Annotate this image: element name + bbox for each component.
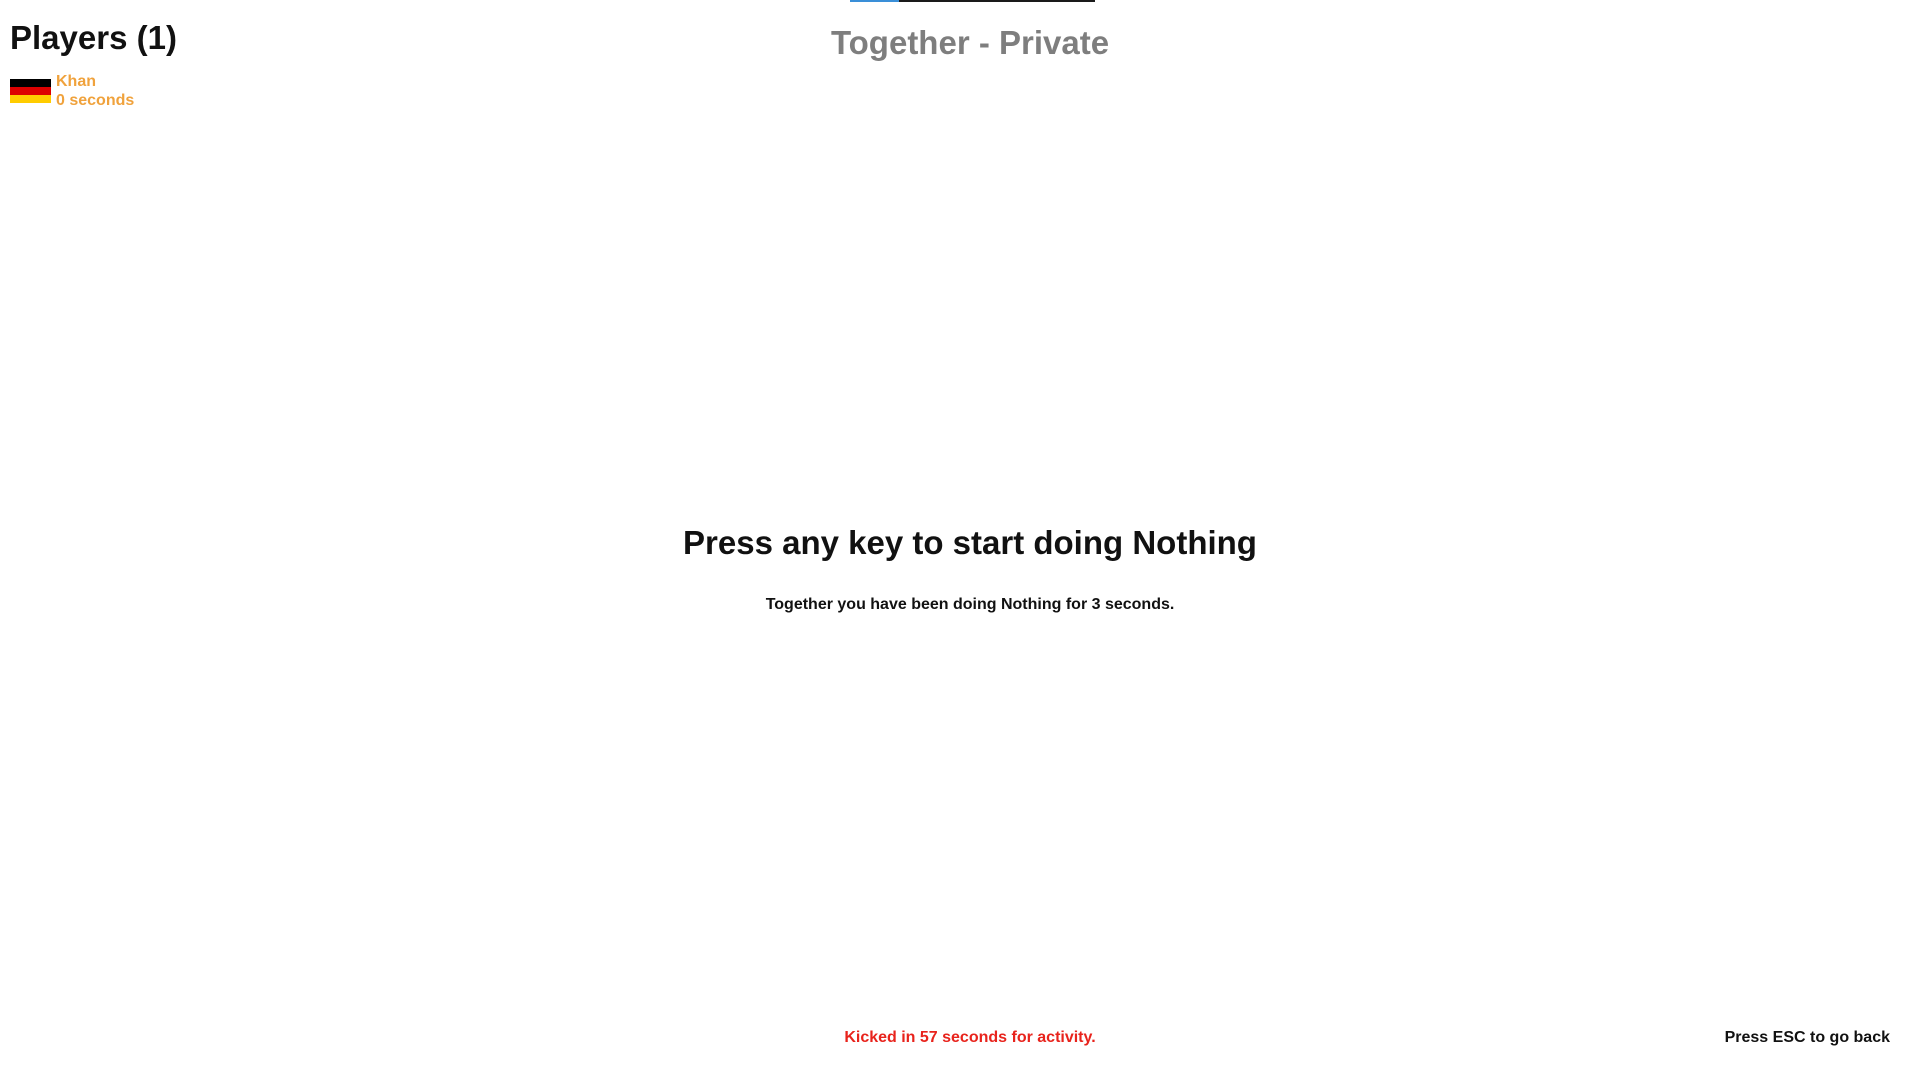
kick-warning: Kicked in 57 seconds for activity. xyxy=(844,1029,1096,1046)
player-list: Khan 0 seconds xyxy=(10,72,177,110)
prompt-heading: Press any key to start doing Nothing xyxy=(683,524,1257,561)
together-time-text: Together you have been doing Nothing for… xyxy=(765,596,1175,613)
flag-band-black xyxy=(10,79,51,87)
flag-band-gold xyxy=(10,95,51,103)
germany-flag-icon xyxy=(10,79,51,103)
player-name: Khan xyxy=(56,73,96,90)
start-prompt: Press any key to start doing Nothing Tog… xyxy=(0,518,1920,614)
room-title: Together - Private xyxy=(830,24,1110,61)
player-item: Khan 0 seconds xyxy=(10,72,177,110)
esc-back-hint: Press ESC to go back xyxy=(1724,1029,1890,1046)
top-progress-bar xyxy=(850,0,1095,2)
app-root: Players (1) Khan 0 seconds Together - Pr… xyxy=(0,0,1920,1080)
player-info: Khan 0 seconds xyxy=(56,72,134,110)
flag-band-red xyxy=(10,87,51,95)
top-progress-fill xyxy=(850,0,899,2)
player-time: 0 seconds xyxy=(56,92,135,109)
